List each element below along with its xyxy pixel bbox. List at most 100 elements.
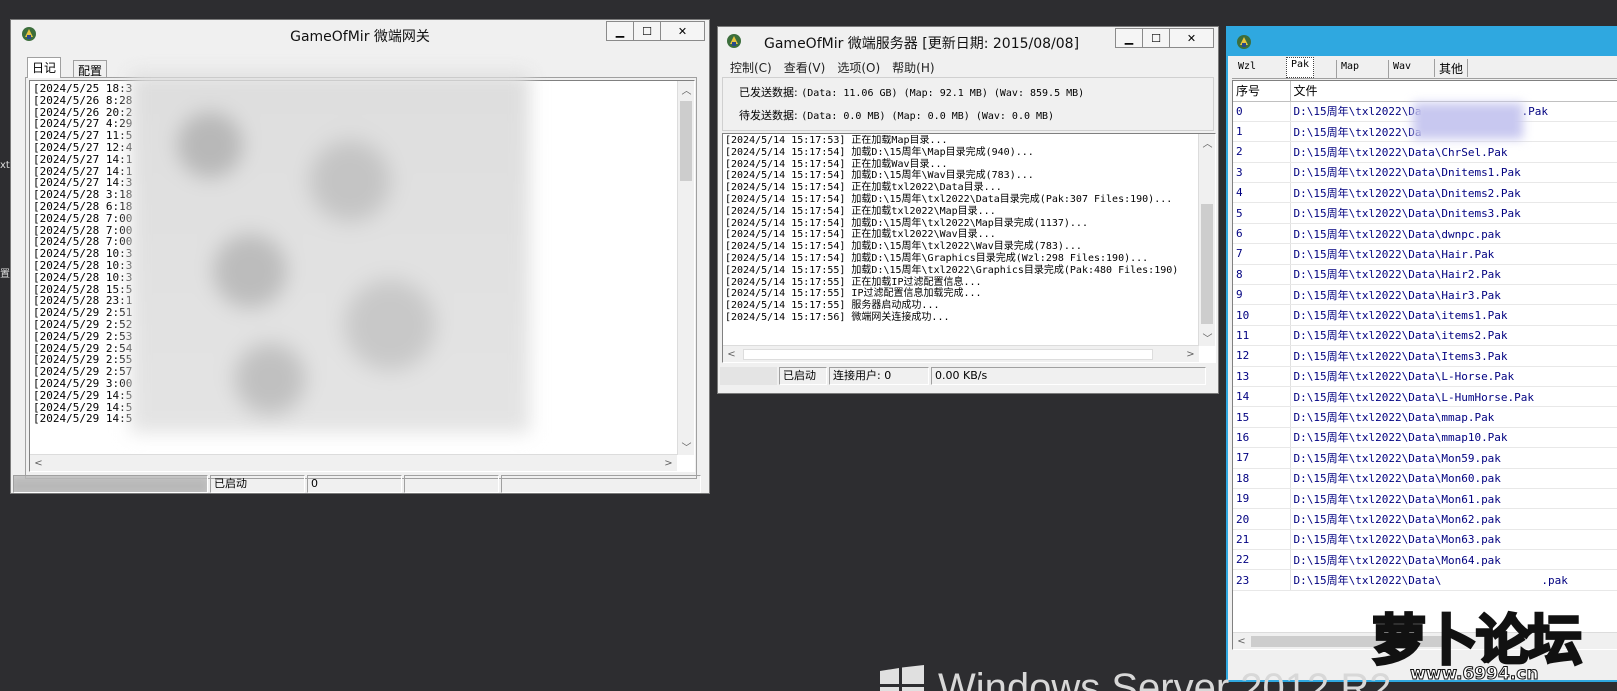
blurred-region <box>1413 103 1523 139</box>
horizontal-scrollbar[interactable]: < > <box>723 345 1199 362</box>
table-row[interactable]: 14 D:\15周年\txl2022\Data\L-HumHorse.Pak <box>1233 386 1617 408</box>
table-row[interactable]: 22 D:\15周年\txl2022\Data\Mon64.pak <box>1233 549 1617 571</box>
menu-options[interactable]: 选项(O) <box>837 59 880 76</box>
scroll-down-icon[interactable]: ﹀ <box>678 438 695 455</box>
table-row[interactable]: 6 D:\15周年\txl2022\Data\dwnpc.pak <box>1233 223 1617 245</box>
tab-pak[interactable]: Pak <box>1286 57 1315 78</box>
table-row[interactable]: 12 D:\15周年\txl2022\Data\Items3.Pak <box>1233 345 1617 367</box>
menu-bar: 控制(C) 查看(V) 选项(O) 帮助(H) <box>730 59 947 76</box>
horizontal-scrollbar[interactable]: < > <box>30 454 677 471</box>
log-line: [2024/5/14 15:17:55] 正在加载IP过滤配置信息... <box>725 276 982 288</box>
row-index: 15 <box>1233 406 1291 428</box>
table-row[interactable]: 15 D:\15周年\txl2022\Data\mmap.Pak <box>1233 406 1617 428</box>
row-file: D:\15周年\txl2022\Data\dwnpc.pak <box>1290 223 1617 245</box>
row-file-path: D:\15周年\txl2022\Da <box>1293 125 1422 139</box>
log-line: [2024/5/14 15:17:54] 加载D:\15周年\Graphics目… <box>725 252 1149 264</box>
row-file: D:\15周年\txl2022\Data\ChrSel.Pak <box>1290 141 1617 163</box>
scroll-thumb[interactable] <box>680 101 692 181</box>
tab-map[interactable]: Map <box>1336 60 1363 78</box>
log-line: [2024/5/29 3:00:1 <box>33 376 133 390</box>
tab-config[interactable]: 配置 <box>73 60 108 78</box>
vertical-scrollbar[interactable]: ︿ ﹀ <box>677 81 694 455</box>
table-row[interactable]: 23 D:\15周年\txl2022\Data\ .pak <box>1233 569 1617 591</box>
table-row[interactable]: 9 D:\15周年\txl2022\Data\Hair3.Pak <box>1233 284 1617 306</box>
row-file: D:\15周年\txl2022\Data\Dnitems2.Pak <box>1290 182 1617 204</box>
sent-value: (Data: 11.06 GB) (Map: 92.1 MB) (Wav: 85… <box>801 88 1085 99</box>
table-row[interactable]: 7 D:\15周年\txl2022\Data\Hair.Pak <box>1233 243 1617 265</box>
scroll-left-icon[interactable]: < <box>30 455 47 472</box>
minimize-icon: ▁ <box>615 24 625 38</box>
scroll-up-icon[interactable]: ︿ <box>678 81 695 98</box>
menu-help[interactable]: 帮助(H) <box>892 59 934 76</box>
table-row[interactable]: 3 D:\15周年\txl2022\Data\Dnitems1.Pak <box>1233 162 1617 184</box>
scroll-thumb[interactable] <box>1201 204 1213 324</box>
table-row[interactable]: 4 D:\15周年\txl2022\Data\Dnitems2.Pak <box>1233 182 1617 204</box>
tab-other[interactable]: 其他 <box>1434 59 1469 77</box>
filelist-titlebar[interactable] <box>1228 28 1617 56</box>
table-row[interactable]: 2 D:\15周年\txl2022\Data\ChrSel.Pak <box>1233 141 1617 163</box>
scroll-left-icon[interactable]: < <box>723 346 740 363</box>
table-row[interactable]: 8 D:\15周年\txl2022\Data\Hair2.Pak <box>1233 264 1617 286</box>
tab-wav[interactable]: Wav <box>1388 60 1415 78</box>
status-state: 已启动 <box>779 367 827 385</box>
minimize-button[interactable]: ▁ <box>606 21 634 41</box>
status-cell-empty <box>720 367 777 385</box>
file-listview[interactable]: 序号 文件 0 D:\15周年\txl2022\Da .Pak 1 D:\15周年\tx… <box>1232 80 1617 650</box>
log-line: [2024/5/14 15:17:53] 正在加载Map目录... <box>725 135 948 146</box>
gateway-window[interactable]: GameOfMir 微端网关 ▁ ☐ ✕ 日记 配置 [2024/5/25 18… <box>10 19 710 494</box>
table-row[interactable]: 17 D:\15周年\txl2022\Data\Mon59.pak <box>1233 447 1617 469</box>
scroll-right-icon[interactable]: > <box>1182 346 1199 363</box>
server-titlebar[interactable]: GameOfMir 微端服务器 [更新日期: 2015/08/08] ▁ ☐ ✕ <box>718 27 1218 55</box>
row-file-path: D:\15周年\txl2022\Data\items1.Pak <box>1293 309 1508 323</box>
maximize-button[interactable]: ☐ <box>1142 28 1170 48</box>
log-line: [2024/5/27 14:12: <box>33 152 133 166</box>
table-row[interactable]: 13 D:\15周年\txl2022\Data\L-Horse.Pak <box>1233 366 1617 387</box>
table-row[interactable]: 20 D:\15周年\txl2022\Data\Mon62.pak <box>1233 508 1617 530</box>
menu-control[interactable]: 控制(C) <box>730 59 772 76</box>
server-window[interactable]: GameOfMir 微端服务器 [更新日期: 2015/08/08] ▁ ☐ ✕… <box>717 26 1219 394</box>
row-file-path: D:\15周年\txl2022\Data\Mon59.pak <box>1293 451 1501 465</box>
desktop-edge-label: 置 <box>0 269 10 280</box>
table-row[interactable]: 10 D:\15周年\txl2022\Data\items1.Pak <box>1233 304 1617 326</box>
scroll-thumb[interactable] <box>743 349 1153 360</box>
row-file-path: D:\15周年\txl2022\Data\Mon63.pak <box>1293 533 1501 547</box>
column-index-header[interactable]: 序号 <box>1233 81 1291 102</box>
row-index: 7 <box>1233 243 1291 265</box>
gateway-titlebar[interactable]: GameOfMir 微端网关 ▁ ☐ ✕ <box>11 20 709 48</box>
table-row[interactable]: 21 D:\15周年\txl2022\Data\Mon63.pak <box>1233 529 1617 551</box>
row-index: 19 <box>1233 488 1291 510</box>
maximize-button[interactable]: ☐ <box>633 21 661 41</box>
menu-view[interactable]: 查看(V) <box>784 59 826 76</box>
table-row[interactable]: 11 D:\15周年\txl2022\Data\items2.Pak <box>1233 325 1617 347</box>
log-line: [2024/5/26 8:28:5 <box>33 93 133 107</box>
tab-log[interactable]: 日记 <box>27 57 62 78</box>
tab-wzl[interactable]: Wzl <box>1234 60 1260 78</box>
gateway-log-box[interactable]: [2024/5/25 18:35:[2024/5/26 8:28:5[2024/… <box>29 73 695 472</box>
filelist-window[interactable]: Wzl Pak Map Wav 其他 序号 文件 0 D:\15周年\txl202… <box>1226 26 1617 682</box>
column-file-header[interactable]: 文件 <box>1290 81 1617 102</box>
scroll-down-icon[interactable]: ﹀ <box>1199 329 1216 346</box>
scroll-right-icon[interactable]: > <box>660 455 677 472</box>
log-line: [2024/5/14 15:17:55] 服务器启动成功... <box>725 300 940 312</box>
row-file-path: D:\15周年\txl2022\Data\Mon62.pak <box>1293 513 1501 526</box>
close-button[interactable]: ✕ <box>1169 28 1214 48</box>
scroll-up-icon[interactable]: ︿ <box>1199 134 1216 151</box>
table-row[interactable]: 16 D:\15周年\txl2022\Data\mmap10.Pak <box>1233 427 1617 449</box>
stats-panel: 已发送数据: (Data: 11.06 GB) (Map: 92.1 MB) (… <box>722 77 1214 131</box>
scroll-left-icon[interactable]: < <box>1233 633 1250 649</box>
table-row[interactable]: 19 D:\15周年\txl2022\Data\Mon61.pak <box>1233 488 1617 510</box>
vertical-scrollbar[interactable]: ︿ ﹀ <box>1198 134 1215 346</box>
pending-label: 待发送数据: <box>739 109 798 122</box>
log-line: [2024/5/28 7:00:5 <box>33 211 133 225</box>
row-file: D:\15周年\txl2022\Data\Mon62.pak <box>1290 508 1617 530</box>
status-cell-empty <box>404 475 499 493</box>
row-file-path: D:\15周年\txl2022\Data\L-HumHorse.Pak <box>1293 390 1535 404</box>
minimize-button[interactable]: ▁ <box>1115 28 1143 48</box>
server-log-box[interactable]: [2024/5/14 15:17:53] 正在加载Map目录... [2024/5… <box>722 133 1216 363</box>
table-row[interactable]: 5 D:\15周年\txl2022\Data\Dnitems3.Pak <box>1233 202 1617 224</box>
table-row[interactable]: 18 D:\15周年\txl2022\Data\Mon60.pak <box>1233 468 1617 489</box>
close-button[interactable]: ✕ <box>660 21 705 41</box>
window-title: GameOfMir 微端网关 <box>290 29 430 45</box>
log-line: [2024/5/29 14:57: <box>33 412 133 426</box>
server-log-text: [2024/5/14 15:17:53] 正在加载Map目录... [2024/5… <box>725 135 1180 343</box>
